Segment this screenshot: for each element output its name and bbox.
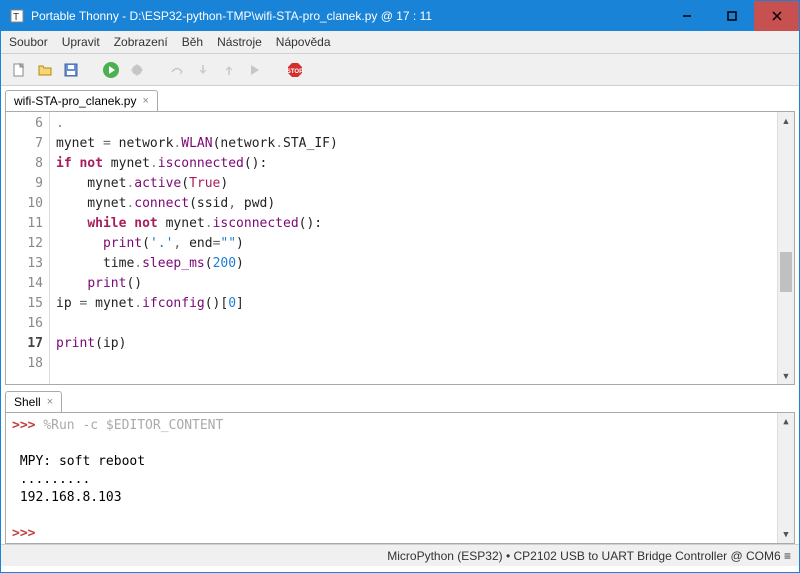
shell-tabbar: Shell × xyxy=(1,385,799,412)
save-file-icon[interactable] xyxy=(61,60,81,80)
step-out-icon[interactable] xyxy=(219,60,239,80)
tab-label: wifi-STA-pro_clanek.py xyxy=(14,94,136,108)
shell-tab[interactable]: Shell × xyxy=(5,391,62,412)
titlebar: T Portable Thonny - D:\ESP32-python-TMP\… xyxy=(1,1,799,31)
new-file-icon[interactable] xyxy=(9,60,29,80)
resume-icon[interactable] xyxy=(245,60,265,80)
svg-text:STOP: STOP xyxy=(287,69,303,75)
run-icon[interactable] xyxy=(101,60,121,80)
menu-run[interactable]: Běh xyxy=(182,35,203,49)
editor[interactable]: 6789101112131415161718 .mynet = network.… xyxy=(5,111,795,385)
editor-tabbar: wifi-STA-pro_clanek.py × xyxy=(1,86,799,111)
editor-scrollbar[interactable]: ▲ ▼ xyxy=(777,112,794,384)
scroll-up-icon[interactable]: ▲ xyxy=(778,413,794,430)
scroll-down-icon[interactable]: ▼ xyxy=(778,526,794,543)
shell-panel[interactable]: >>> %Run -c $EDITOR_CONTENT MPY: soft re… xyxy=(5,412,795,544)
svg-text:T: T xyxy=(13,12,19,23)
editor-tab[interactable]: wifi-STA-pro_clanek.py × xyxy=(5,90,158,111)
stop-icon[interactable]: STOP xyxy=(285,60,305,80)
scroll-up-icon[interactable]: ▲ xyxy=(778,112,794,129)
tab-close-icon[interactable]: × xyxy=(142,95,148,107)
scroll-thumb[interactable] xyxy=(780,252,792,292)
shell-output[interactable]: >>> %Run -c $EDITOR_CONTENT MPY: soft re… xyxy=(6,413,777,543)
menu-view[interactable]: Zobrazení xyxy=(114,35,168,49)
toolbar: STOP xyxy=(1,54,799,86)
shell-tab-close-icon[interactable]: × xyxy=(47,396,53,408)
app-icon: T xyxy=(9,8,25,24)
shell-scrollbar[interactable]: ▲ ▼ xyxy=(777,413,794,543)
statusbar: MicroPython (ESP32) • CP2102 USB to UART… xyxy=(1,544,799,566)
maximize-button[interactable] xyxy=(709,1,754,31)
line-gutter: 6789101112131415161718 xyxy=(6,112,50,384)
open-file-icon[interactable] xyxy=(35,60,55,80)
step-over-icon[interactable] xyxy=(167,60,187,80)
shell-tab-label: Shell xyxy=(14,395,41,409)
menubar: Soubor Upravit Zobrazení Běh Nástroje Ná… xyxy=(1,31,799,54)
scroll-down-icon[interactable]: ▼ xyxy=(778,367,794,384)
menu-tools[interactable]: Nástroje xyxy=(217,35,262,49)
menu-file[interactable]: Soubor xyxy=(9,35,48,49)
code-area[interactable]: .mynet = network.WLAN(network.STA_IF)if … xyxy=(50,112,777,384)
menu-edit[interactable]: Upravit xyxy=(62,35,100,49)
close-button[interactable] xyxy=(754,1,799,31)
step-into-icon[interactable] xyxy=(193,60,213,80)
minimize-button[interactable] xyxy=(664,1,709,31)
window-title: Portable Thonny - D:\ESP32-python-TMP\wi… xyxy=(31,9,664,23)
debug-icon[interactable] xyxy=(127,60,147,80)
status-text[interactable]: MicroPython (ESP32) • CP2102 USB to UART… xyxy=(387,549,791,563)
menu-help[interactable]: Nápověda xyxy=(276,35,331,49)
